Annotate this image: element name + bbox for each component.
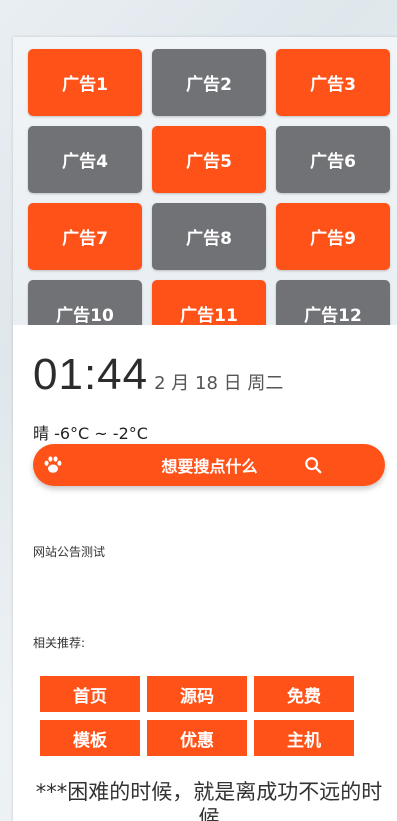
- clock-date: 2 月 18 日 周二: [154, 373, 284, 394]
- ad-tile[interactable]: 广告6: [276, 126, 390, 193]
- ad-tile[interactable]: 广告9: [276, 203, 390, 270]
- link-free[interactable]: 免费: [254, 676, 354, 712]
- quote-text: ***困难的时候，就是离成功不远的时候: [35, 780, 383, 821]
- link-home[interactable]: 首页: [40, 676, 140, 712]
- ad-grid: 广告1 广告2 广告3 广告4 广告5 广告6 广告7 广告8 广告9 广告10…: [28, 49, 390, 325]
- paw-icon[interactable]: [42, 454, 64, 476]
- weather-text: 晴 -6°C ~ -2°C: [33, 424, 148, 443]
- ad-tile[interactable]: 广告10: [28, 280, 142, 325]
- ad-tile[interactable]: 广告8: [152, 203, 266, 270]
- search-bar[interactable]: 想要搜点什么: [33, 444, 385, 486]
- link-templates[interactable]: 模板: [40, 720, 140, 756]
- ad-tile[interactable]: 广告7: [28, 203, 142, 270]
- related-label: 相关推荐:: [33, 636, 86, 650]
- ad-tile[interactable]: 广告1: [28, 49, 142, 116]
- related-links: 首页 源码 免费 模板 优惠 主机: [40, 676, 354, 756]
- ad-tile[interactable]: 广告12: [276, 280, 390, 325]
- ad-tile[interactable]: 广告5: [152, 126, 266, 193]
- ad-tile[interactable]: 广告3: [276, 49, 390, 116]
- site-notice: 网站公告测试: [33, 545, 106, 559]
- ad-tile[interactable]: 广告11: [152, 280, 266, 325]
- search-input[interactable]: 想要搜点什么: [84, 453, 335, 477]
- ad-tile[interactable]: 广告2: [152, 49, 266, 116]
- link-deals[interactable]: 优惠: [147, 720, 247, 756]
- ad-tile[interactable]: 广告4: [28, 126, 142, 193]
- clock: 01:44 2 月 18 日 周二: [33, 350, 283, 400]
- link-source[interactable]: 源码: [147, 676, 247, 712]
- ad-grid-viewport: 广告1 广告2 广告3 广告4 广告5 广告6 广告7 广告8 广告9 广告10…: [13, 37, 397, 325]
- link-hosting[interactable]: 主机: [254, 720, 354, 756]
- search-icon[interactable]: [304, 456, 322, 474]
- clock-time: 01:44: [33, 350, 149, 399]
